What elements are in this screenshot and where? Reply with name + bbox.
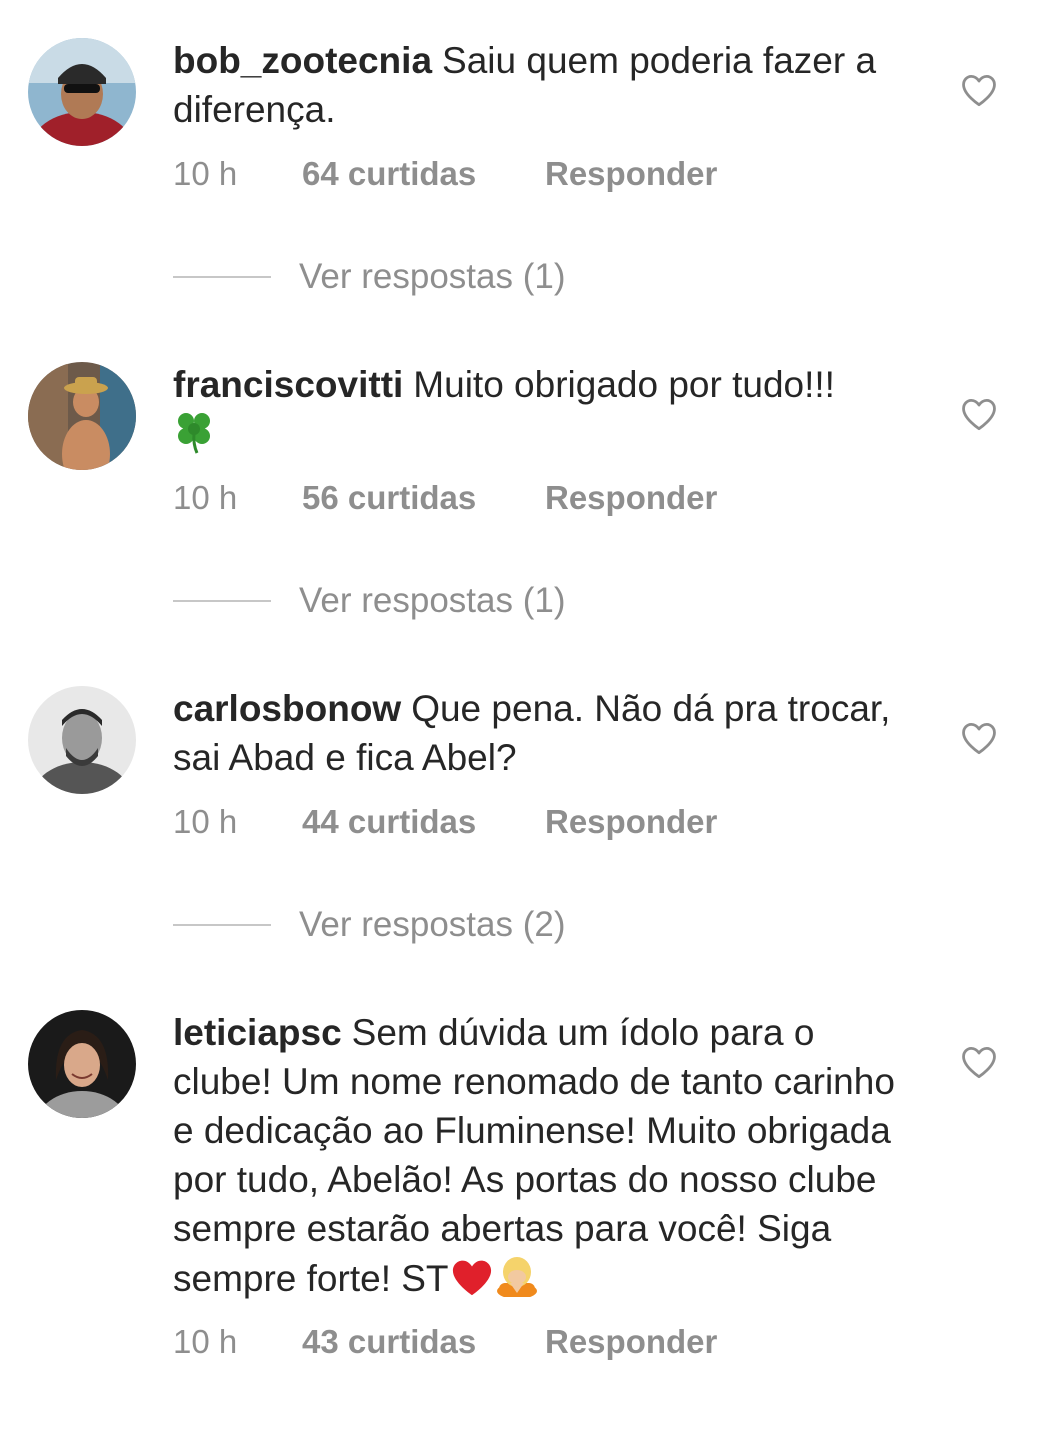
comment-meta: 10 h 44 curtidas Responder [173, 802, 773, 842]
comment-meta: 10 h 56 curtidas Responder [173, 478, 773, 518]
comment-time: 10 h [173, 479, 238, 516]
comment-time: 10 h [173, 155, 238, 192]
comment-text-block: carlosbonow Que pena. Não dá pra trocar, … [173, 684, 918, 782]
person-bowing-icon [495, 1253, 539, 1309]
comment-username[interactable]: leticiapsc [173, 1012, 342, 1053]
replies-divider [173, 276, 271, 278]
avatar[interactable] [28, 362, 136, 470]
replies-divider [173, 600, 271, 602]
comment-text: Muito obrigado por tudo!!! [413, 364, 835, 405]
avatar[interactable] [28, 38, 136, 146]
view-replies-button[interactable]: Ver respostas (2) [173, 905, 623, 945]
view-replies-label: Ver respostas (1) [299, 581, 566, 620]
replies-divider [173, 924, 271, 926]
like-heart-icon[interactable] [960, 1045, 998, 1079]
comment-time: 10 h [173, 1323, 238, 1360]
comment-likes[interactable]: 43 curtidas [302, 1322, 476, 1362]
comment-text-block: leticiapsc Sem dúvida um ídolo para o clu… [173, 1008, 918, 1309]
comment-likes[interactable]: 56 curtidas [302, 478, 476, 518]
reply-button[interactable]: Responder [545, 478, 717, 518]
view-replies-label: Ver respostas (2) [299, 905, 566, 944]
avatar[interactable] [28, 1010, 136, 1118]
avatar[interactable] [28, 686, 136, 794]
comment-text-block: franciscovitti Muito obrigado por tudo!!! [173, 360, 918, 467]
red-heart-icon [449, 1257, 495, 1309]
comment-username[interactable]: carlosbonow [173, 688, 401, 729]
view-replies-label: Ver respostas (1) [299, 257, 566, 296]
comment-username[interactable]: bob_zootecnia [173, 40, 432, 81]
like-heart-icon[interactable] [960, 73, 998, 107]
comment-username[interactable]: franciscovitti [173, 364, 403, 405]
like-heart-icon[interactable] [960, 721, 998, 755]
reply-button[interactable]: Responder [545, 1322, 717, 1362]
four-leaf-clover-icon [173, 409, 215, 467]
comment-meta: 10 h 64 curtidas Responder [173, 154, 773, 194]
view-replies-button[interactable]: Ver respostas (1) [173, 257, 623, 297]
comment-time: 10 h [173, 803, 238, 840]
reply-button[interactable]: Responder [545, 802, 717, 842]
comment-meta: 10 h 43 curtidas Responder [173, 1322, 773, 1362]
view-replies-button[interactable]: Ver respostas (1) [173, 581, 623, 621]
comment-likes[interactable]: 44 curtidas [302, 802, 476, 842]
comment-likes[interactable]: 64 curtidas [302, 154, 476, 194]
like-heart-icon[interactable] [960, 397, 998, 431]
comment-text-block: bob_zootecnia Saiu quem poderia fazer a d… [173, 36, 918, 134]
reply-button[interactable]: Responder [545, 154, 717, 194]
